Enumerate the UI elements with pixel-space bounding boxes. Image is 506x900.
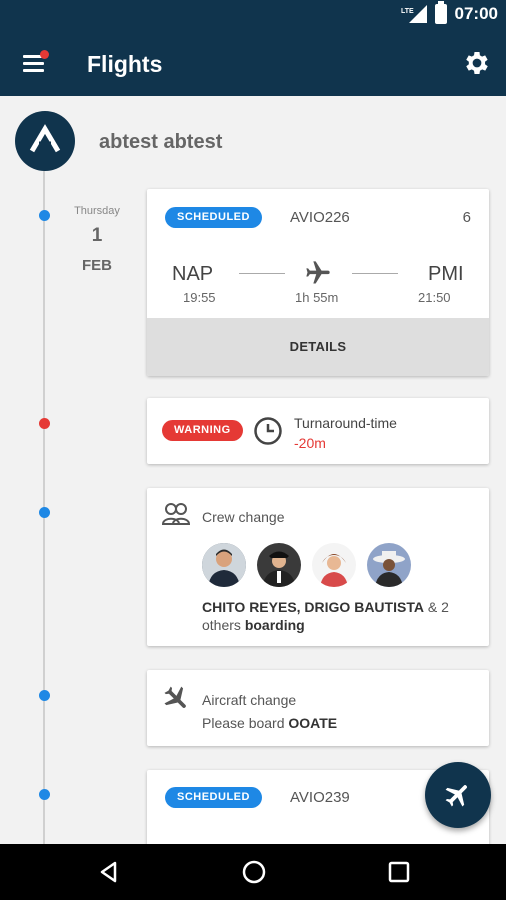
flight-card[interactable]: SCHEDULED AVIO226 6 NAP 19:55 1h 55m PMI… [147,189,489,376]
turnaround-label: Turnaround-time [294,415,397,431]
destination-airport: PMI [428,263,464,285]
route-line [352,273,398,274]
crew-avatar[interactable] [257,543,301,587]
date-month: FEB [82,257,112,274]
status-icons: LTE 07:00 [401,1,498,24]
person-photo [257,543,301,587]
timeline-line [43,166,45,844]
crew-names: CHITO REYES, DRIGO BAUTISTA & 2 others b… [202,598,482,634]
battery-icon [434,1,447,24]
timeline-dot [39,789,50,800]
user-name: abtest abtest [99,131,223,153]
lte-label: LTE [401,8,414,15]
menu-icon-line [23,69,44,72]
timeline-dot [39,507,50,518]
page-title: Flights [87,51,163,77]
app-bar: Flights [0,30,506,96]
origin-airport: NAP [172,263,214,285]
home-icon[interactable] [240,858,268,886]
crew-change-title: Crew change [202,509,285,525]
date-group: Thursday 1 FEB [66,205,128,274]
airplane-icon [445,785,467,807]
crew-change-card[interactable]: Crew change CHITO REYES, DRIGO BAUTISTA … [147,488,489,646]
airplane-icon [306,261,330,284]
arrival-time: 21:50 [418,290,451,305]
lte-signal-icon: LTE [401,5,427,23]
new-flight-fab[interactable] [425,762,491,828]
settings-gear-icon[interactable] [462,48,492,78]
warning-card[interactable]: WARNING Turnaround-time -20m [147,398,489,464]
status-badge: SCHEDULED [165,207,262,228]
aircraft-change-card[interactable]: Aircraft change Please board OOATE [147,670,489,746]
timeline-dot [39,210,50,221]
group-icon [161,503,191,525]
crew-avatar[interactable] [312,543,356,587]
aircraft-change-title: Aircraft change [202,692,297,708]
logo-a-icon [29,124,61,153]
passenger-count: 6 [462,209,471,226]
timeline-dot-warning [39,418,50,429]
timeline-dot [39,690,50,701]
status-bar: LTE 07:00 [0,0,506,30]
flight-code: AVIO226 [290,209,350,226]
person-photo [367,543,411,587]
date-weekday: Thursday [74,205,120,217]
status-badge: SCHEDULED [165,787,262,808]
route-line [239,273,285,274]
date-day: 1 [91,225,103,246]
menu-icon-line [23,62,44,65]
flight-code: AVIO239 [290,789,350,806]
menu-button[interactable] [18,47,50,79]
person-photo [312,543,356,587]
clock-icon [254,417,282,445]
airplane-icon [164,686,186,708]
aircraft-registration: OOATE [288,715,338,731]
crew-avatar[interactable] [202,543,246,587]
flight-duration: 1h 55m [295,290,339,305]
crew-names-bold: CHITO REYES, DRIGO BAUTISTA [202,599,424,615]
crew-avatar[interactable] [367,543,411,587]
warning-badge: WARNING [162,420,243,441]
recents-icon[interactable] [385,858,413,886]
clock: 07:00 [454,4,498,23]
board-prefix: Please board [202,715,289,731]
turnaround-value: -20m [294,435,326,451]
notification-dot [40,50,49,59]
aircraft-board-text: Please board OOATE [202,715,337,731]
crew-action: boarding [244,617,305,633]
back-icon[interactable] [95,858,123,886]
user-avatar [15,111,75,171]
timeline-content[interactable]: abtest abtest Thursday 1 FEB SCHEDULED A… [0,96,506,844]
person-photo [202,543,246,587]
system-nav-bar [0,844,506,900]
details-button[interactable]: DETAILS [147,318,489,376]
departure-time: 19:55 [183,290,216,305]
